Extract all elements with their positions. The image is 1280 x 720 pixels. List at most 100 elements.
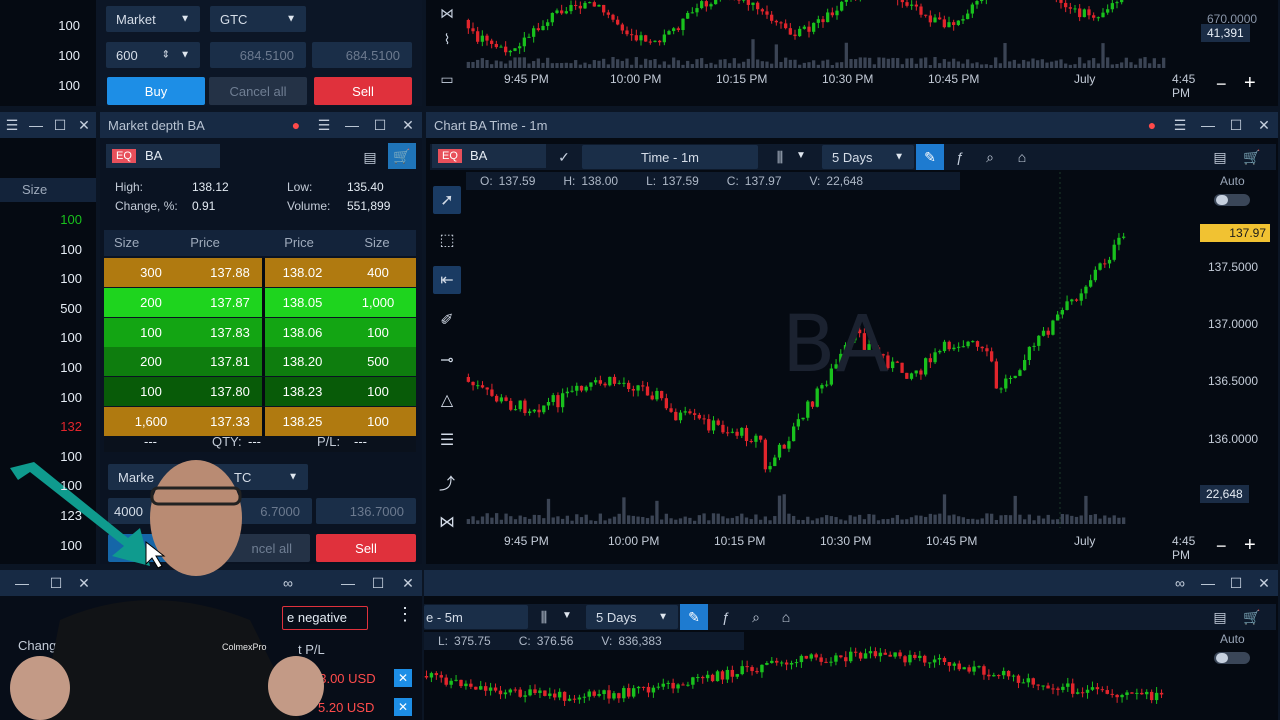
sell-button[interactable]: Sell [316, 534, 416, 562]
maximize-icon[interactable]: ☐ [364, 570, 392, 596]
maximize-icon[interactable]: ☐ [1222, 570, 1250, 596]
trend-tool-icon[interactable]: ⤴ [433, 468, 461, 496]
auto-scale-toggle[interactable] [1214, 194, 1250, 206]
range-select[interactable]: 5 Days ▼ [586, 605, 678, 629]
minimize-icon[interactable]: — [1194, 570, 1222, 596]
volume-bar [872, 64, 876, 68]
minimize-icon[interactable]: — [334, 570, 362, 596]
volume-bar [857, 514, 862, 524]
pointer-tool-icon[interactable]: ➚ [433, 186, 461, 214]
draw-pencil-icon[interactable]: ✎ [680, 604, 708, 630]
maximize-icon[interactable]: ☐ [366, 112, 394, 138]
cart-icon[interactable]: 🛒 [388, 143, 416, 169]
minimize-icon[interactable]: — [1194, 112, 1222, 138]
line-tool-icon[interactable]: ⊸ [433, 346, 461, 374]
candle [695, 8, 699, 13]
pencil-lock-icon[interactable]: ✐ [433, 306, 461, 334]
zoom-out-icon[interactable]: − [1216, 536, 1227, 557]
volume-bar [704, 64, 708, 68]
clipboard-icon[interactable]: ▤ [1206, 144, 1234, 170]
volume-bar [683, 516, 687, 524]
cart-icon[interactable]: 🛒 [1238, 604, 1266, 630]
stop-price-field[interactable]: 684.5100 [312, 42, 412, 68]
close-position-icon[interactable]: ✕ [394, 669, 412, 687]
menu-icon[interactable]: ☰ [310, 112, 338, 138]
sell-button[interactable]: Sell [314, 77, 412, 105]
panel-title: Chart BA Time - 1m [434, 117, 548, 133]
link-icon[interactable]: ∞ [1166, 570, 1194, 596]
minimize-icon[interactable]: — [24, 112, 48, 138]
candle [999, 388, 1003, 390]
check-double-icon[interactable]: ✓ [550, 144, 578, 170]
fib-tool-icon[interactable]: ☰ [433, 426, 461, 454]
interval-select[interactable]: Time - 1m [582, 145, 758, 169]
chevron-down-icon[interactable]: ▼ [562, 610, 572, 621]
volume-bar [1143, 57, 1147, 68]
indicator-icon[interactable]: ƒ [712, 604, 740, 630]
draw-pencil-icon[interactable]: ✎ [916, 144, 944, 170]
cart-icon[interactable]: 🛒 [1238, 144, 1266, 170]
wave-tool-icon[interactable]: ⌇ [433, 26, 461, 52]
depth-row[interactable]: 300 137.88 138.02 400 [104, 258, 416, 287]
candle [1115, 2, 1119, 4]
zoom-in-icon[interactable]: + [1244, 72, 1256, 95]
presenter-hand [268, 656, 324, 716]
tif-select[interactable]: GTC ▼ [210, 6, 306, 32]
buy-button[interactable]: Buy [107, 77, 205, 105]
ruler-tool-icon[interactable]: ▭ [433, 66, 461, 92]
quantity-stepper[interactable]: 600 ⇕ ▼ [106, 42, 200, 68]
candles-icon[interactable]: ⫼ [766, 144, 794, 170]
candle [641, 686, 646, 688]
order-type-value: Market [116, 11, 156, 27]
search-icon[interactable]: ⌕ [742, 604, 770, 630]
chevron-down-icon[interactable]: ▼ [796, 150, 806, 161]
close-position-icon[interactable]: ✕ [394, 698, 412, 716]
volume-bar [824, 515, 829, 524]
order-type-select[interactable]: Market ▼ [106, 6, 200, 32]
volume-bar [716, 513, 720, 524]
auto-scale-toggle[interactable] [1214, 652, 1250, 664]
depth-row[interactable]: 100 137.83 138.06 100 [104, 317, 416, 347]
close-icon[interactable]: ✕ [72, 112, 96, 138]
range-select[interactable]: 5 Days ▼ [822, 145, 914, 169]
depth-row[interactable]: 200 137.81 138.20 500 [104, 347, 416, 377]
zoom-out-icon[interactable]: − [1216, 74, 1227, 95]
close-icon[interactable]: ✕ [394, 112, 422, 138]
close-icon[interactable]: ✕ [1250, 570, 1278, 596]
minimize-icon[interactable]: — [338, 112, 366, 138]
maximize-icon[interactable]: ☐ [1222, 112, 1250, 138]
depth-row[interactable]: 1,600 137.33 138.25 100 [104, 407, 416, 436]
triangle-tool-icon[interactable]: △ [433, 386, 461, 414]
menu-icon[interactable]: ☰ [1166, 112, 1194, 138]
pattern-tool-icon[interactable]: ⋈ [433, 0, 461, 26]
candle [707, 419, 711, 431]
interval-select[interactable]: e - 5m [424, 605, 528, 629]
menu-icon[interactable]: ☰ [0, 112, 24, 138]
search-icon[interactable]: ⌕ [976, 144, 1004, 170]
depth-row[interactable]: 100 137.80 138.23 100 [104, 377, 416, 407]
pattern-tool-icon[interactable]: ⋈ [433, 508, 461, 536]
bank-icon[interactable]: ⌂ [1008, 144, 1036, 170]
close-icon[interactable]: ✕ [1250, 112, 1278, 138]
bid-price-cell: 137.88 [198, 258, 262, 287]
indicator-icon[interactable]: ƒ [946, 144, 974, 170]
record-dot-icon[interactable]: ● [282, 112, 310, 138]
limit-price-field[interactable]: 684.5100 [210, 42, 306, 68]
candles-icon[interactable]: ⫼ [530, 604, 558, 630]
measure-tool-icon[interactable]: ⇤ [433, 266, 461, 294]
clipboard-icon[interactable]: ▤ [356, 144, 384, 170]
volume-bar [707, 520, 711, 524]
zoom-in-icon[interactable]: + [1244, 534, 1256, 557]
candle [499, 397, 504, 402]
maximize-icon[interactable]: ☐ [48, 112, 72, 138]
close-icon[interactable]: ✕ [394, 570, 422, 596]
stop-price-field[interactable]: 136.7000 [316, 498, 416, 524]
time-tick: 4:45 PM [1172, 534, 1196, 562]
bank-icon[interactable]: ⌂ [772, 604, 800, 630]
clipboard-icon[interactable]: ▤ [1206, 604, 1234, 630]
more-options-icon[interactable]: ⋮ [396, 604, 414, 625]
cancel-all-button[interactable]: Cancel all [209, 77, 307, 105]
depth-row[interactable]: 200 137.87 138.05 1,000 [104, 287, 416, 317]
record-dot-icon[interactable]: ● [1138, 112, 1166, 138]
select-box-tool-icon[interactable]: ⬚ [433, 226, 461, 254]
